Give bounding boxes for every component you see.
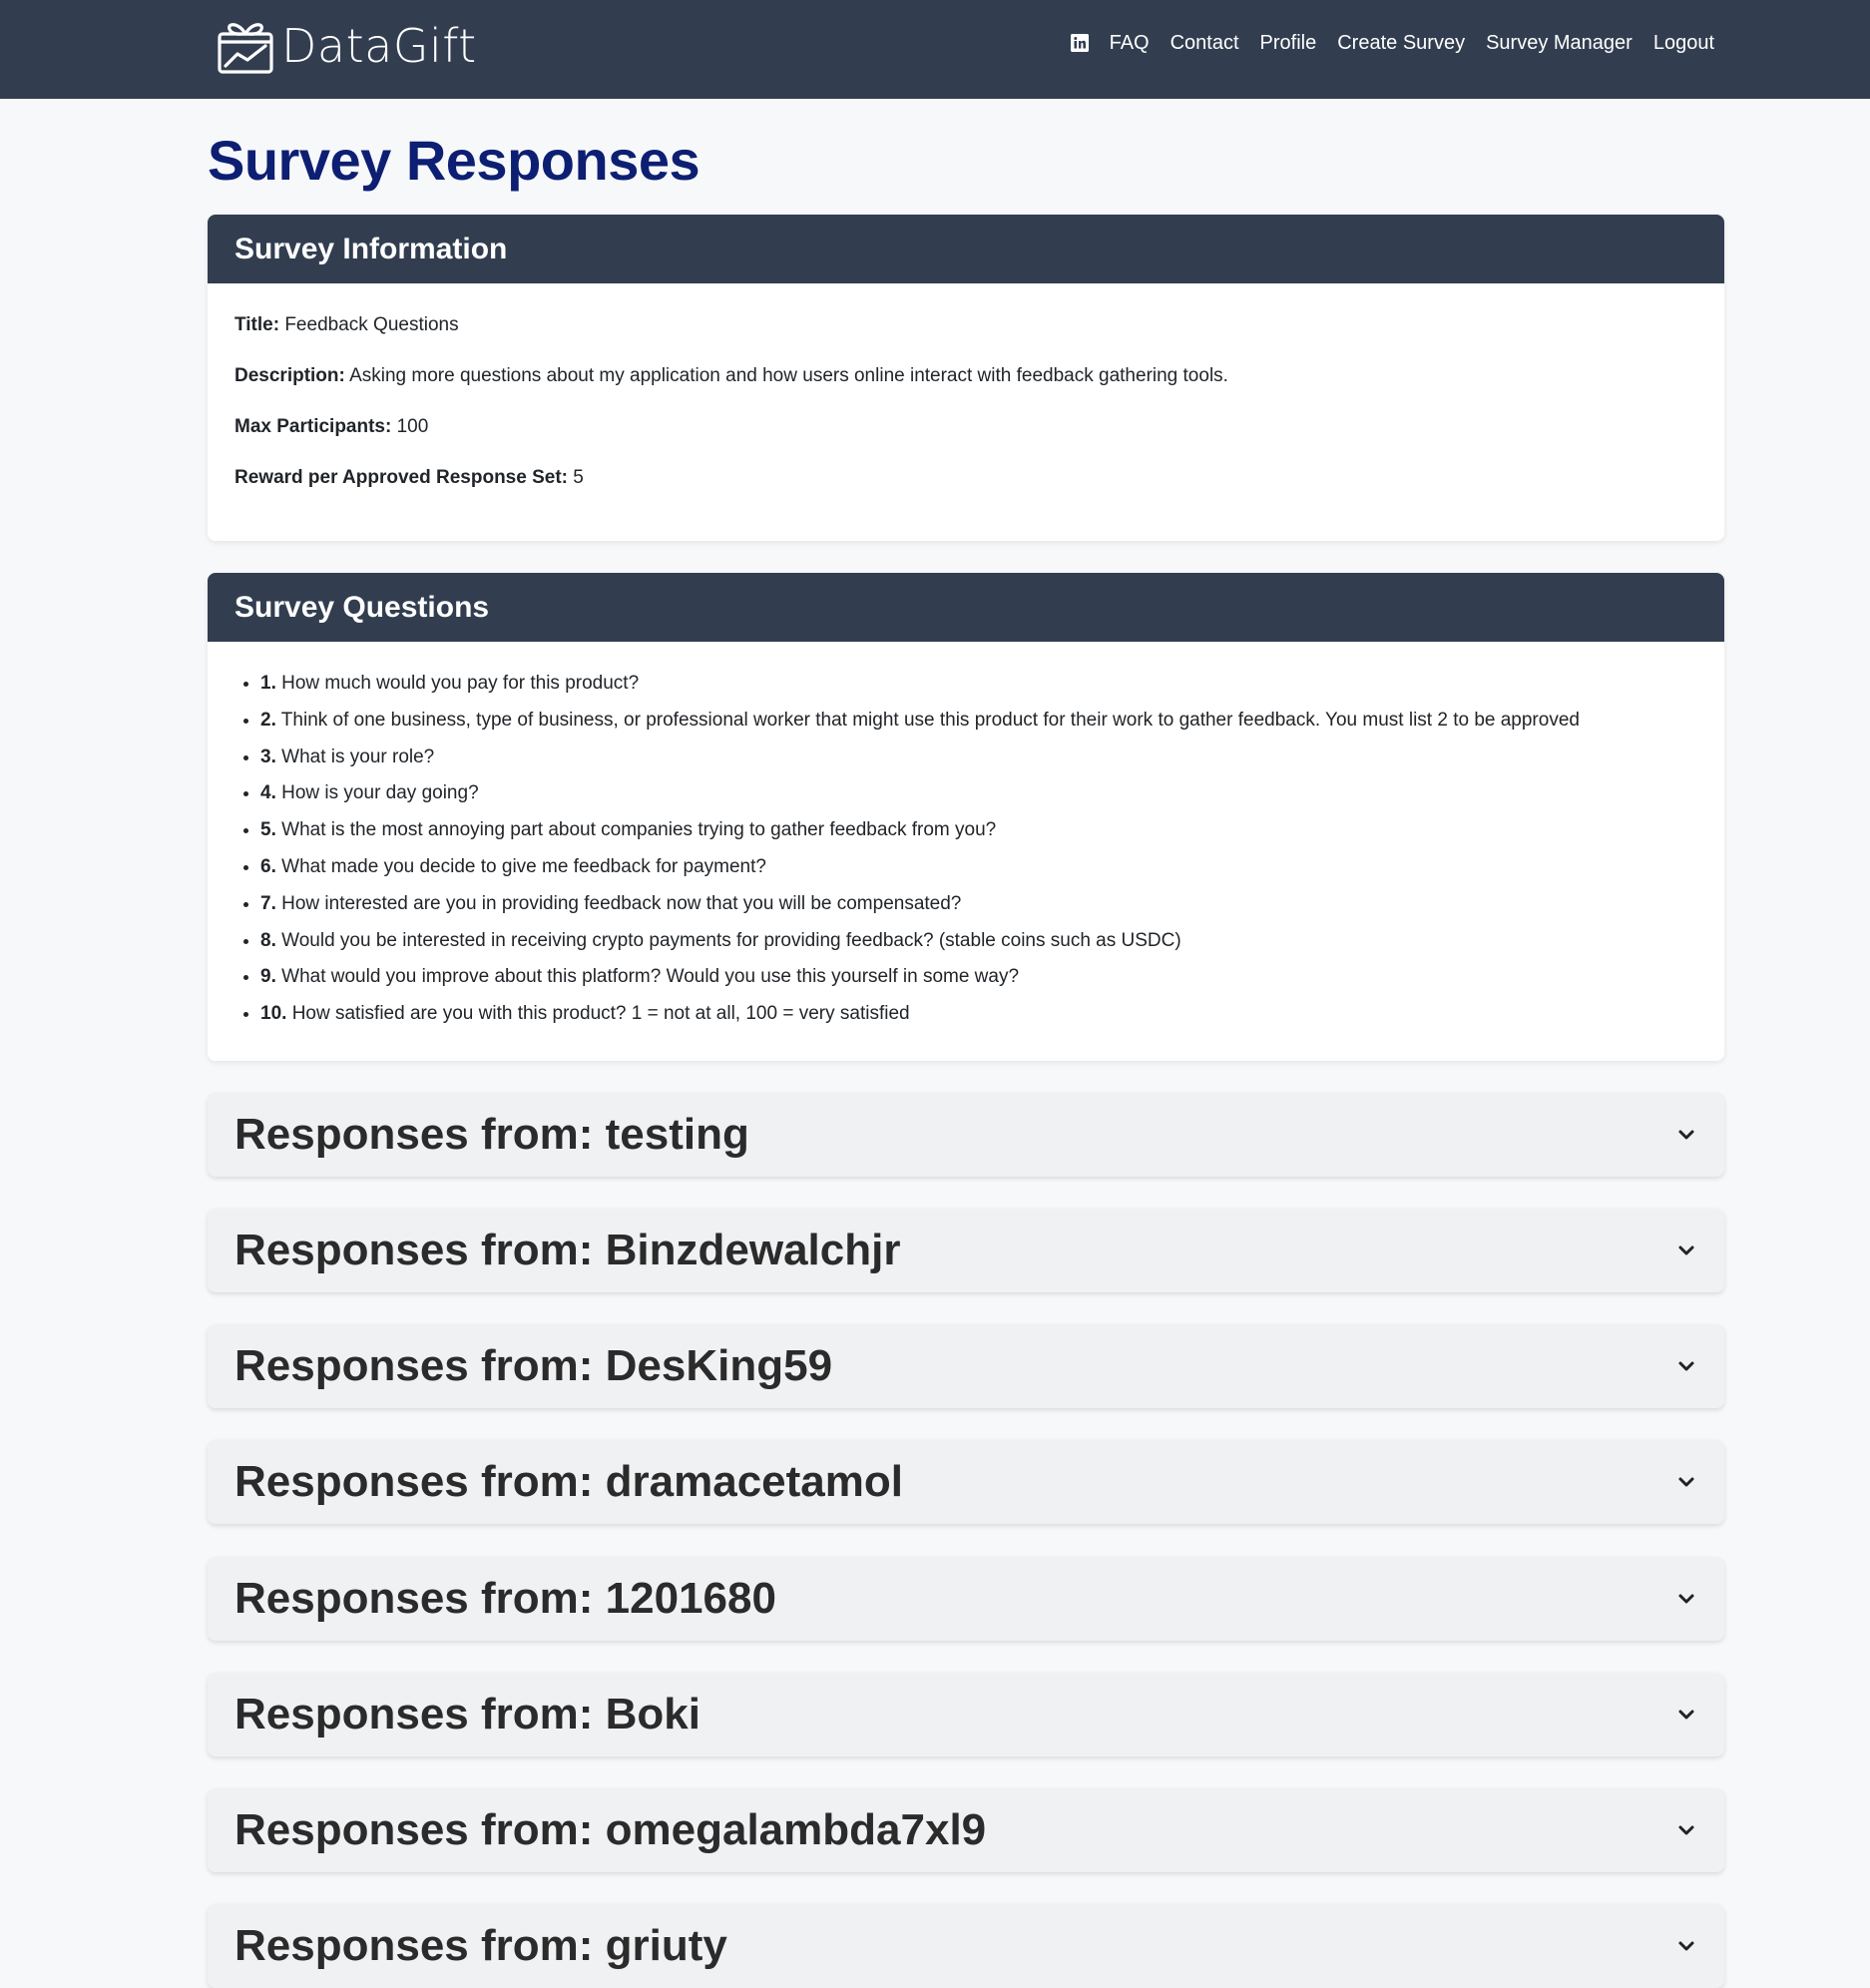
linkedin-icon[interactable] xyxy=(1070,34,1089,52)
brand-logo[interactable]: DataGift xyxy=(216,16,477,76)
response-accordion-title: Responses from: DesKing59 xyxy=(234,1341,833,1390)
question-number: 1. xyxy=(260,673,276,694)
question-text: Think of one business, type of business,… xyxy=(280,709,1580,731)
response-accordion-title: Responses from: omegalambda7xl9 xyxy=(234,1805,987,1854)
max-participants-label: Max Participants: xyxy=(234,416,392,437)
chevron-down-icon xyxy=(1678,1130,1694,1140)
question-number: 7. xyxy=(260,892,276,914)
nav-link-faq[interactable]: FAQ xyxy=(1110,32,1150,55)
nav-link-logout[interactable]: Logout xyxy=(1653,32,1714,55)
survey-info-card: Survey Information Title: Feedback Quest… xyxy=(208,215,1724,541)
response-accordion-boki[interactable]: Responses from: Boki xyxy=(208,1673,1724,1756)
survey-title-label: Title: xyxy=(234,314,280,335)
chevron-down-icon xyxy=(1678,1825,1694,1835)
brand-name: DataGift xyxy=(281,19,477,73)
chevron-down-icon xyxy=(1678,1245,1694,1255)
response-accordion-binzdewalchjr[interactable]: Responses from: Binzdewalchjr xyxy=(208,1209,1724,1292)
question-item: 10. How satisfied are you with this prod… xyxy=(260,1002,1697,1039)
nav-link-create-survey[interactable]: Create Survey xyxy=(1337,32,1465,55)
nav-links: FAQ Contact Profile Create Survey Survey… xyxy=(1070,0,1714,86)
chevron-down-icon xyxy=(1678,1361,1694,1371)
reward-label: Reward per Approved Response Set: xyxy=(234,467,568,488)
page-title: Survey Responses xyxy=(208,129,701,192)
chevron-down-icon xyxy=(1678,1941,1694,1951)
chevron-down-icon xyxy=(1678,1710,1694,1720)
question-item: 4. How is your day going? xyxy=(260,781,1697,818)
question-number: 4. xyxy=(260,782,276,804)
question-text: How satisfied are you with this product?… xyxy=(291,1003,910,1025)
response-accordion-title: Responses from: Binzdewalchjr xyxy=(234,1226,901,1274)
gift-chart-icon xyxy=(218,23,273,74)
response-accordion-testing[interactable]: Responses from: testing xyxy=(208,1093,1724,1177)
question-item: 1. How much would you pay for this produ… xyxy=(260,672,1697,709)
reward-value: 5 xyxy=(573,467,584,488)
question-list: 1. How much would you pay for this produ… xyxy=(208,642,1724,1039)
response-accordion-title: Responses from: Boki xyxy=(234,1690,701,1739)
question-number: 3. xyxy=(260,746,276,767)
question-item: 2. Think of one business, type of busine… xyxy=(260,709,1697,746)
question-number: 9. xyxy=(260,966,276,988)
question-item: 5. What is the most annoying part about … xyxy=(260,818,1697,855)
question-number: 8. xyxy=(260,929,276,951)
response-accordion-title: Responses from: 1201680 xyxy=(234,1574,776,1623)
survey-questions-card: Survey Questions 1. How much would you p… xyxy=(208,573,1724,1061)
question-item: 8. Would you be interested in receiving … xyxy=(260,929,1697,966)
question-text: What is the most annoying part about com… xyxy=(281,819,997,841)
survey-description-row: Description: Asking more questions about… xyxy=(234,364,1697,415)
survey-title-value: Feedback Questions xyxy=(284,314,459,335)
question-number: 2. xyxy=(260,709,276,731)
question-item: 6. What made you decide to give me feedb… xyxy=(260,855,1697,892)
survey-description-value: Asking more questions about my applicati… xyxy=(349,365,1228,386)
nav-link-contact[interactable]: Contact xyxy=(1170,32,1239,55)
response-accordion-dramacetamol[interactable]: Responses from: dramacetamol xyxy=(208,1440,1724,1524)
question-item: 7. How interested are you in providing f… xyxy=(260,892,1697,929)
response-accordion-title: Responses from: testing xyxy=(234,1110,749,1159)
reward-row: Reward per Approved Response Set: 5 xyxy=(234,466,1697,517)
question-number: 10. xyxy=(260,1003,287,1025)
response-accordion-title: Responses from: dramacetamol xyxy=(234,1457,903,1506)
question-text: What is your role? xyxy=(281,746,435,767)
question-text: How interested are you in providing feed… xyxy=(281,892,962,914)
survey-info-header: Survey Information xyxy=(208,215,1724,283)
question-item: 3. What is your role? xyxy=(260,746,1697,782)
question-number: 5. xyxy=(260,819,276,841)
max-participants-value: 100 xyxy=(396,416,429,437)
response-accordion-desking59[interactable]: Responses from: DesKing59 xyxy=(208,1324,1724,1408)
chevron-down-icon xyxy=(1678,1477,1694,1487)
nav-link-profile[interactable]: Profile xyxy=(1260,32,1317,55)
survey-questions-header: Survey Questions xyxy=(208,573,1724,642)
question-number: 6. xyxy=(260,855,276,877)
response-accordion-title: Responses from: griuty xyxy=(234,1921,727,1970)
response-accordion-omegalambda7xl9[interactable]: Responses from: omegalambda7xl9 xyxy=(208,1788,1724,1872)
survey-description-label: Description: xyxy=(234,365,345,386)
chevron-down-icon xyxy=(1678,1594,1694,1604)
question-text: Would you be interested in receiving cry… xyxy=(281,929,1181,951)
question-text: What would you improve about this platfo… xyxy=(281,966,1020,988)
question-text: How is your day going? xyxy=(281,782,479,804)
response-accordion-griuty[interactable]: Responses from: griuty xyxy=(208,1904,1724,1988)
max-participants-row: Max Participants: 100 xyxy=(234,415,1697,466)
response-accordion-1201680[interactable]: Responses from: 1201680 xyxy=(208,1557,1724,1641)
question-text: What made you decide to give me feedback… xyxy=(281,855,766,877)
navbar: DataGift FAQ Contact Profile Create Surv… xyxy=(0,0,1870,99)
survey-title-row: Title: Feedback Questions xyxy=(234,313,1697,364)
nav-link-survey-manager[interactable]: Survey Manager xyxy=(1486,32,1633,55)
question-text: How much would you pay for this product? xyxy=(281,673,640,694)
question-item: 9. What would you improve about this pla… xyxy=(260,965,1697,1002)
